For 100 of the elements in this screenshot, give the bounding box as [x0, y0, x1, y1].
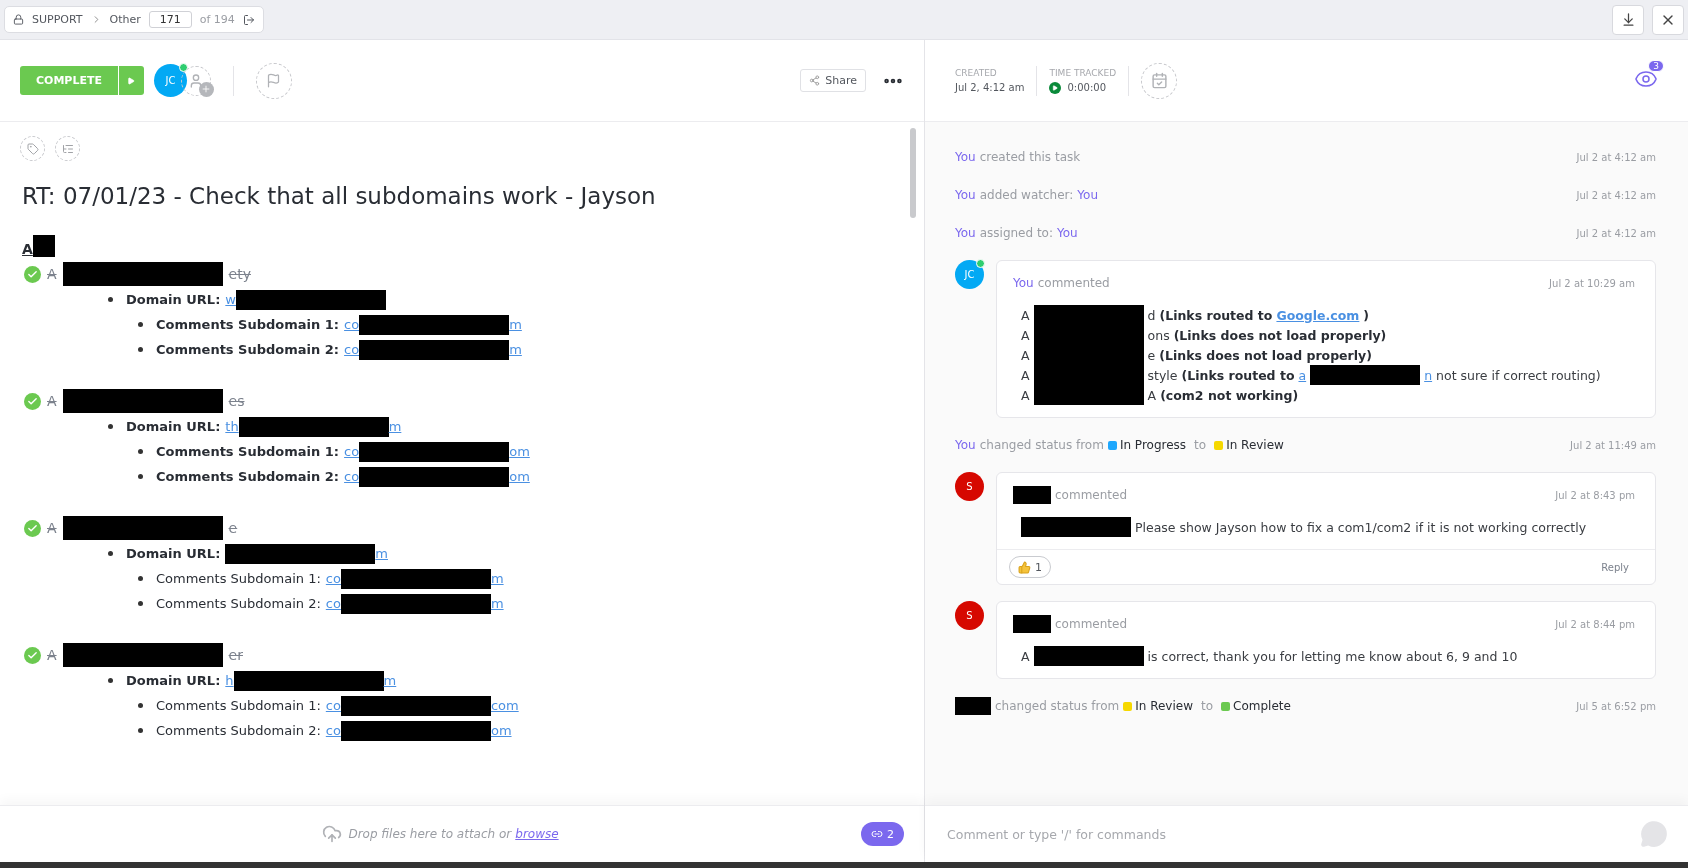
link[interactable]: w [225, 292, 236, 307]
comment-text: A [1021, 327, 1030, 343]
comment-text: A [1021, 387, 1030, 403]
close-button[interactable] [1652, 4, 1684, 35]
comment-text: d [1147, 307, 1156, 323]
upload-cloud-icon [322, 824, 343, 844]
user-avatar[interactable]: S [955, 472, 984, 501]
activity-text: assigned to: [979, 226, 1053, 240]
link[interactable]: om [509, 444, 530, 459]
link[interactable]: a [1298, 367, 1307, 383]
comment-box[interactable]: Comment or type '/' for commands [925, 805, 1688, 862]
user-name[interactable]: You [1057, 226, 1078, 240]
created-label: CREATED [955, 68, 998, 78]
redaction-block [1013, 615, 1051, 633]
link[interactable]: m [490, 596, 504, 611]
link[interactable]: th [225, 419, 239, 434]
comment-text: e [1147, 347, 1156, 363]
item-title: A [47, 393, 57, 409]
item-title: e [228, 520, 238, 536]
bullet-icon [108, 678, 113, 683]
user-name[interactable]: You [955, 150, 976, 164]
activity-text: added watcher: [979, 188, 1074, 202]
bullet-label: Domain URL: [126, 673, 221, 688]
assignee-avatar[interactable]: JC [154, 64, 187, 97]
bullet-label: Comments Subdomain 2: [156, 342, 340, 357]
comment-text: (Links routed to [1181, 367, 1295, 383]
speech-bubble-icon[interactable] [1640, 820, 1668, 848]
link[interactable]: h [225, 673, 234, 688]
space-link[interactable]: SUPPORT [32, 13, 83, 26]
link[interactable]: co [344, 317, 360, 332]
user-name[interactable]: You [1013, 276, 1034, 290]
thumbs-up-icon [1018, 560, 1031, 574]
link[interactable]: co [325, 596, 341, 611]
link[interactable]: m [509, 317, 522, 332]
status-menu-button[interactable] [118, 66, 144, 95]
link[interactable]: co [344, 444, 360, 459]
bullet-icon [108, 551, 113, 556]
user-name[interactable]: You [955, 226, 976, 240]
link[interactable]: Google.com [1276, 307, 1360, 323]
bullet-icon [138, 474, 143, 479]
timestamp: Jul 2 at 4:12 am [1576, 151, 1656, 163]
timestamp: Jul 2 at 8:44 pm [1555, 618, 1635, 630]
list-link[interactable]: Other [109, 13, 141, 26]
link[interactable]: m [375, 546, 388, 561]
link[interactable]: om [509, 469, 530, 484]
browse-link[interactable]: browse [515, 827, 559, 841]
link[interactable]: m [388, 419, 402, 434]
share-button[interactable]: Share [800, 69, 866, 92]
user-avatar[interactable]: JC [955, 260, 984, 289]
user-name[interactable]: You [1077, 188, 1098, 202]
activity-text: changed status from [995, 699, 1120, 713]
checkmark-icon[interactable] [24, 646, 41, 664]
position-field[interactable]: 171 [148, 11, 192, 28]
link[interactable]: co [325, 698, 341, 713]
checkmark-icon[interactable] [24, 519, 41, 537]
created-date: Jul 2, 4:12 am [955, 82, 1025, 93]
bullet-label: Comments Subdomain 1: [156, 317, 340, 332]
link[interactable]: m [509, 342, 522, 357]
download-button[interactable] [1612, 4, 1644, 35]
user-name[interactable]: You [955, 438, 976, 452]
link[interactable]: co [344, 469, 360, 484]
timestamp: Jul 2 at 4:12 am [1576, 227, 1656, 239]
redaction-block [32, 235, 55, 257]
time-tracked-value: 0:00:00 [1067, 82, 1107, 93]
link[interactable]: co [325, 571, 341, 586]
bullet-label: Comments Subdomain 2: [156, 723, 321, 738]
reaction-button[interactable]: 1 [1009, 556, 1051, 578]
checkmark-icon[interactable] [24, 392, 41, 410]
comment-text: style [1147, 367, 1178, 383]
redaction-block [1013, 486, 1051, 504]
complete-button[interactable]: COMPLETE [20, 66, 118, 95]
activity-text: commented [1055, 488, 1127, 502]
bullet-icon [138, 576, 143, 581]
attachments-button[interactable]: 2 [861, 822, 904, 846]
checkmark-icon[interactable] [24, 265, 41, 283]
link[interactable]: co [344, 342, 360, 357]
comment-text: ons [1147, 327, 1170, 343]
link[interactable]: m [490, 571, 504, 586]
reply-button[interactable]: Reply [1595, 560, 1635, 574]
user-name[interactable]: You [955, 188, 976, 202]
total-count: of 194 [199, 13, 235, 26]
item-title: er [228, 647, 243, 663]
link[interactable]: co [325, 723, 341, 738]
link[interactable]: n [1424, 367, 1433, 383]
link[interactable]: om [490, 723, 512, 738]
status-from: In Progress [1107, 438, 1187, 452]
exit-icon[interactable] [242, 13, 255, 26]
play-icon[interactable] [1049, 81, 1062, 94]
link-icon [871, 828, 883, 840]
task-title: RT: 07/01/23 - Check that all subdomains work - Jayson [22, 183, 657, 209]
scrollbar[interactable] [910, 128, 916, 218]
comment-text: (Links does not load properly) [1173, 327, 1387, 343]
link[interactable]: com [490, 698, 519, 713]
timestamp: Jul 2 at 8:43 pm [1555, 489, 1635, 501]
bullet-icon [108, 424, 113, 429]
item-title: A [47, 647, 57, 663]
activity-text: to [1201, 699, 1214, 713]
link[interactable]: m [383, 673, 397, 688]
comment-field[interactable]: Comment or type '/' for commands [945, 825, 1640, 843]
user-avatar[interactable]: S [955, 601, 984, 630]
